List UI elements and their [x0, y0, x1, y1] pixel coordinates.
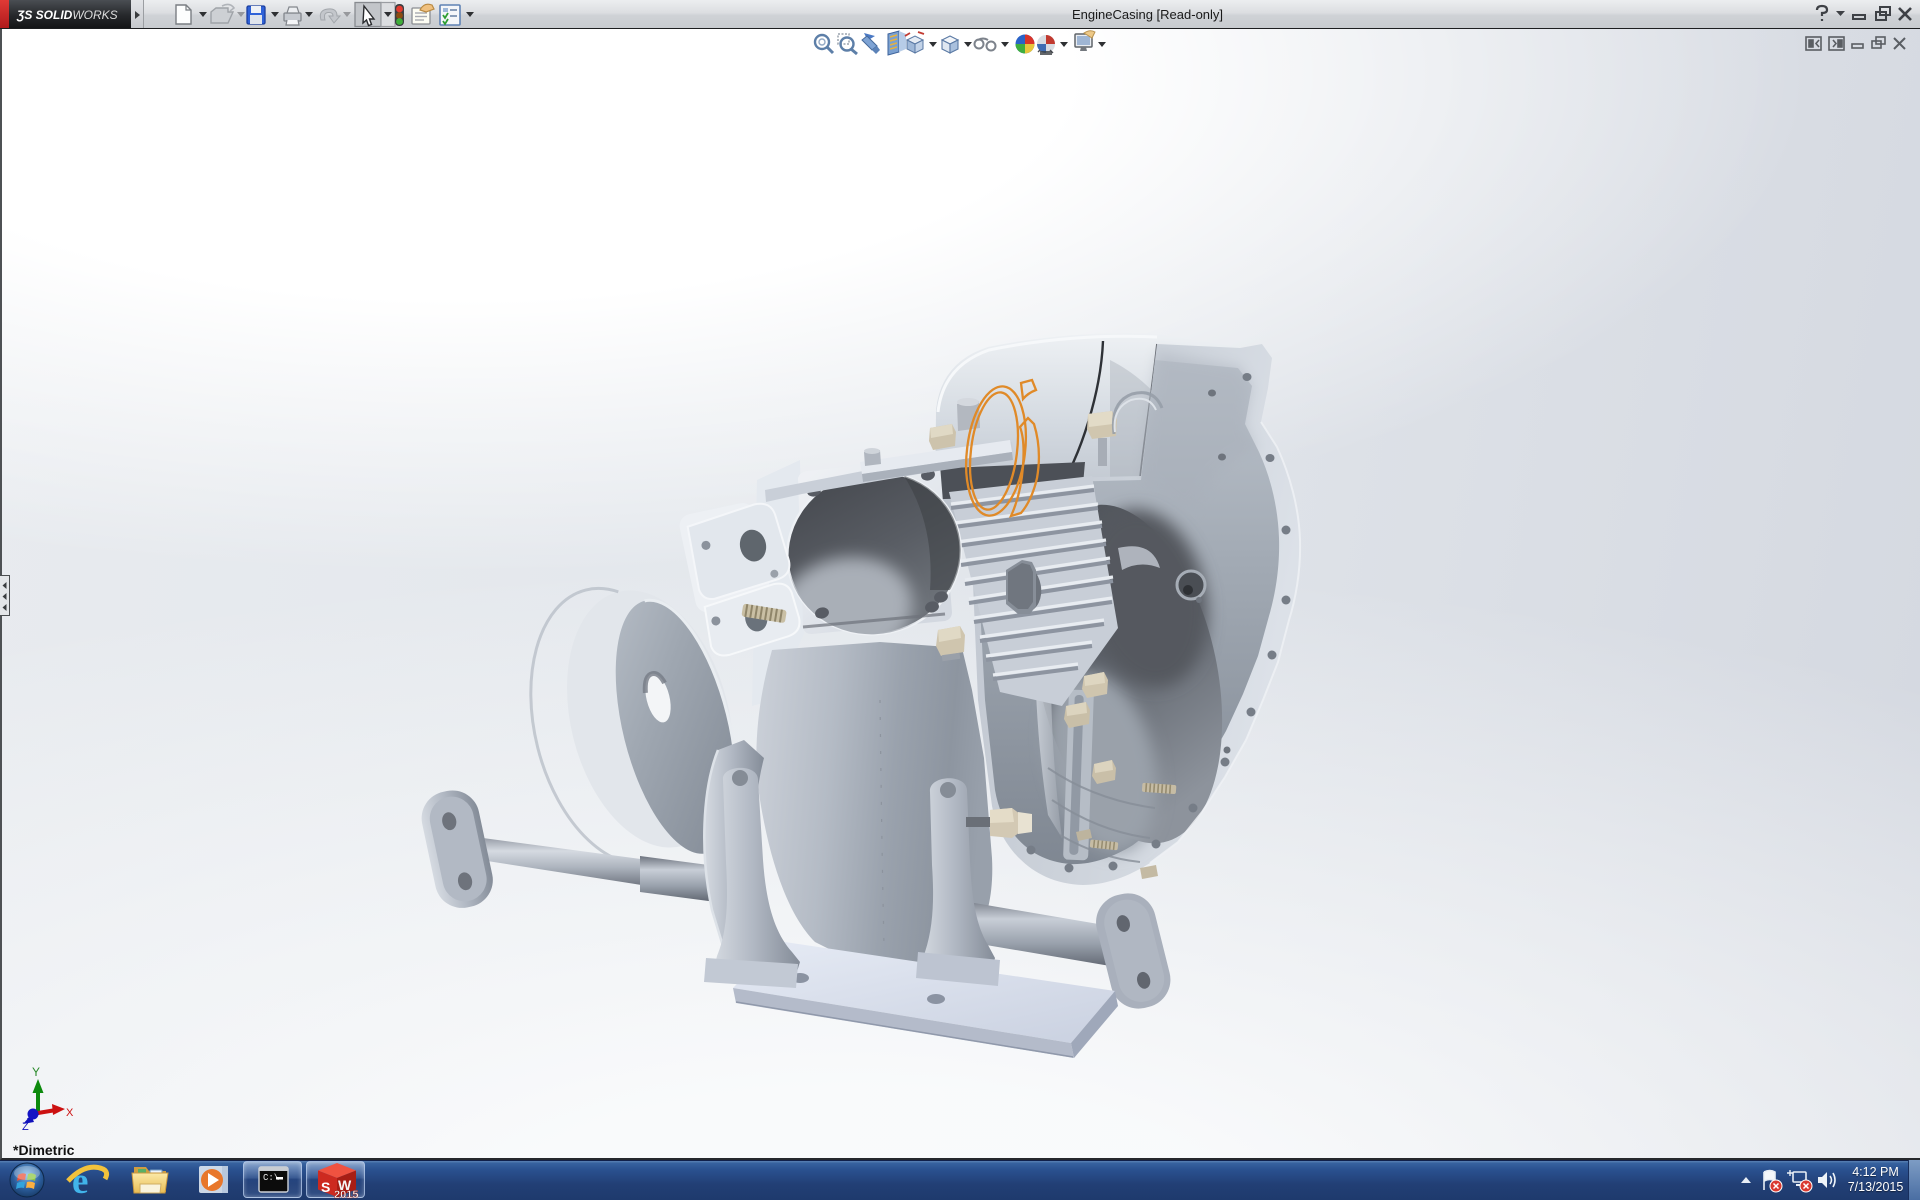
svg-text:Y: Y — [32, 1065, 40, 1079]
svg-text:Z: Z — [22, 1121, 29, 1133]
svg-text:X: X — [66, 1107, 74, 1119]
